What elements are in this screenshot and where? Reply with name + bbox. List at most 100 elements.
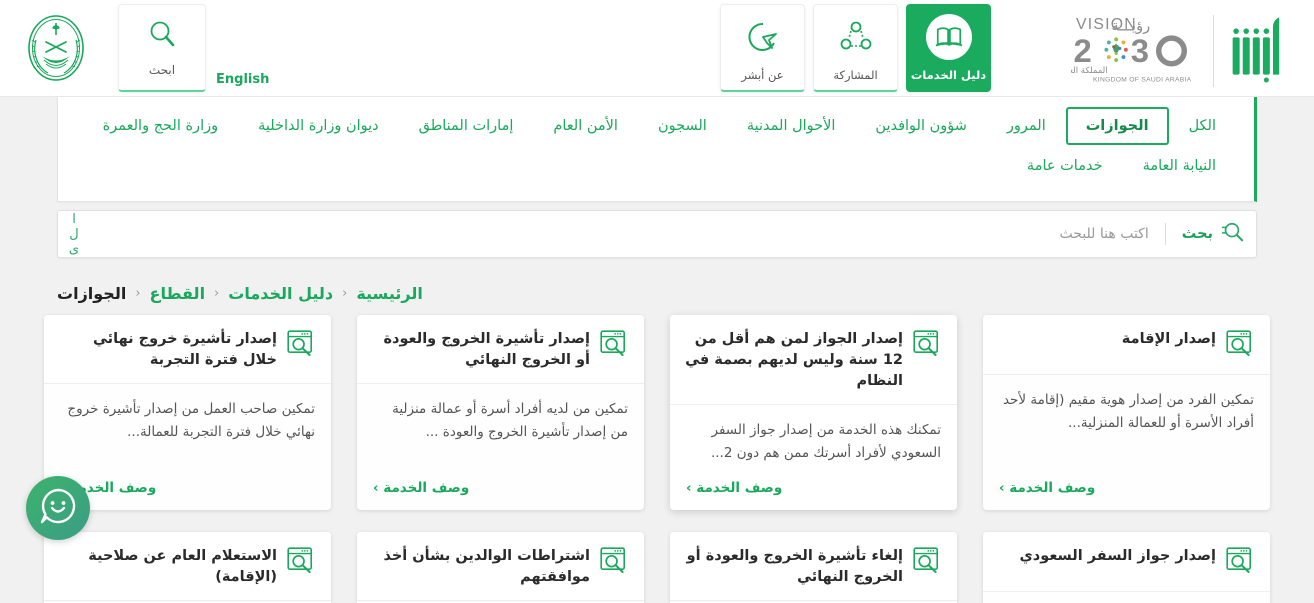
breadcrumb-link[interactable]: القطاع: [150, 284, 206, 303]
service-card[interactable]: إصدار الإقامة تمكين الفرد من إصدار هوية م…: [983, 315, 1270, 510]
service-window-search-icon: [600, 547, 630, 579]
breadcrumb: الرئيسية ‹ دليل الخدمات ‹ القطاع ‹ الجوازات: [57, 284, 1257, 303]
service-window-search-icon: [1226, 547, 1256, 579]
breadcrumb-separator: ‹: [214, 286, 220, 301]
service-card-title: الاستعلام العام عن صلاحية (الإقامة): [88, 548, 277, 585]
sector-tab[interactable]: النيابة العامة: [1123, 147, 1236, 185]
service-card-description: تمكين صاحب العمل من إصدار تأشيرة خروج نه…: [67, 401, 315, 440]
service-card[interactable]: إصدار الجواز لمن هم أقل من 12 سنة وليس ل…: [670, 315, 957, 510]
search-submit-button[interactable]: بحث: [1170, 221, 1244, 247]
service-description-link[interactable]: وصف الخدمة ›: [999, 480, 1095, 496]
breadcrumb-current: الجوازات: [57, 284, 127, 303]
service-card-title: اشتراطات الوالدين بشأن أخذ موافقتهم: [383, 548, 590, 585]
service-card-header: إصدار تأشيرة الخروج والعودة أو الخروج ال…: [357, 315, 644, 384]
service-card-header: إلغاء تأشيرة الخروج والعودة أو الخروج ال…: [670, 532, 957, 601]
service-card[interactable]: اشتراطات الوالدين بشأن أخذ موافقتهم: [357, 532, 644, 603]
sector-tab-label: النيابة العامة: [1142, 158, 1216, 174]
breadcrumb-link[interactable]: دليل الخدمات: [228, 284, 333, 303]
nav-tile-participation[interactable]: المشاركة: [813, 4, 898, 92]
search-input[interactable]: [70, 226, 1161, 242]
search-submit-label: بحث: [1181, 226, 1213, 242]
service-window-search-icon: [1226, 330, 1256, 362]
svg-text:KINGDOM OF SAUDI ARABIA: KINGDOM OF SAUDI ARABIA: [1093, 76, 1192, 83]
header-logos: VISION رؤيـــة 2 3 المملكة ال KINGDOM OF…: [1020, 12, 1290, 89]
sector-tab[interactable]: السجون: [638, 107, 727, 145]
service-card-title: إصدار الإقامة: [1121, 331, 1216, 347]
breadcrumb-separator: ‹: [135, 286, 141, 301]
service-card-header: الاستعلام العام عن صلاحية (الإقامة): [44, 532, 331, 601]
smiley-chat-bubble-icon: [36, 484, 80, 532]
service-search-bar: بحث الى: [57, 210, 1257, 258]
service-description-link[interactable]: وصف الخدمة ›: [686, 480, 782, 496]
sector-tabs-panel: الكل الجوازات المرور شؤون الوافدين الأحوال ا…: [57, 97, 1257, 202]
sector-tab[interactable]: إمارات المناطق: [399, 107, 534, 145]
sector-tab-label: الجوازات: [1085, 118, 1149, 134]
service-card[interactable]: الاستعلام العام عن صلاحية (الإقامة): [44, 532, 331, 603]
service-card[interactable]: إصدار تأشيرة خروج نهائي خلال فترة التجرب…: [44, 315, 331, 510]
chat-widget-button[interactable]: [26, 476, 90, 540]
service-card-title: إصدار تأشيرة خروج نهائي خلال فترة التجرب…: [93, 331, 277, 368]
breadcrumb-separator: ‹: [342, 286, 348, 301]
service-card-footer: وصف الخدمة ›: [357, 475, 644, 510]
sector-tab[interactable]: الأمن العام: [533, 107, 638, 145]
suggestion-glyph: ا: [72, 213, 76, 228]
service-description-link[interactable]: وصف الخدمة ›: [373, 480, 469, 496]
service-card-footer: وصف الخدمة ›: [983, 475, 1270, 510]
absher-logo: [1228, 14, 1290, 88]
sector-tab-label: ديوان وزارة الداخلية: [258, 118, 379, 134]
nav-tile-label: المشاركة: [833, 67, 878, 82]
services-card-grid-row-2: إصدار جواز السفر السعودي إلغاء تأشيرة الخ…: [37, 532, 1277, 603]
sector-tab-label: شؤون الوافدين: [875, 118, 967, 134]
language-switch-english[interactable]: English: [216, 72, 269, 87]
sector-tab[interactable]: المرور: [987, 107, 1066, 145]
service-card-title: إصدار تأشيرة الخروج والعودة أو الخروج ال…: [383, 331, 590, 368]
service-card-footer: وصف الخدمة ›: [670, 475, 957, 510]
service-window-search-icon: [287, 547, 317, 579]
nav-tile-about-absher[interactable]: عن أبشر: [720, 4, 805, 92]
sector-tab-label: وزارة الحج والعمرة: [102, 118, 219, 134]
service-card[interactable]: إصدار تأشيرة الخروج والعودة أو الخروج ال…: [357, 315, 644, 510]
logo-divider: [1213, 14, 1214, 87]
cursor-circle-icon: [740, 14, 786, 60]
site-header: ابحث English دليل الخدمات المشاركة عن أب…: [0, 0, 1314, 97]
sector-tab[interactable]: الأحوال المدنية: [727, 107, 856, 145]
service-card-header: إصدار الإقامة: [983, 315, 1270, 375]
search-divider: [1164, 223, 1166, 245]
nav-tile-label: عن أبشر: [741, 67, 784, 82]
service-card-title: إصدار الجواز لمن هم أقل من 12 سنة وليس ل…: [685, 331, 903, 389]
sector-tab[interactable]: وزارة الحج والعمرة: [83, 107, 238, 145]
service-window-search-icon: [913, 330, 943, 362]
search-icon: [1220, 221, 1244, 247]
sector-tab-label: الأحوال المدنية: [746, 118, 836, 134]
service-card-header: إصدار تأشيرة خروج نهائي خلال فترة التجرب…: [44, 315, 331, 384]
sector-tab-label: المرور: [1006, 118, 1046, 134]
search-icon: [147, 19, 177, 53]
sector-tab[interactable]: شؤون الوافدين: [855, 107, 986, 145]
vision-2030-logo: VISION رؤيـــة 2 3 المملكة ال KINGDOM OF…: [1020, 12, 1199, 89]
book-icon: [925, 13, 972, 60]
saudi-moi-emblem-icon: [22, 14, 90, 82]
service-card-header: إصدار الجواز لمن هم أقل من 12 سنة وليس ل…: [670, 315, 957, 405]
service-card-description: تمكين الفرد من إصدار هوية مقيم (إقامة لأ…: [1002, 392, 1254, 431]
sector-tab-label: إمارات المناطق: [418, 118, 514, 134]
sector-tab-label: السجون: [657, 118, 707, 134]
services-card-grid-row-1: إصدار الإقامة تمكين الفرد من إصدار هوية م…: [37, 315, 1277, 510]
breadcrumb-link[interactable]: الرئيسية: [356, 284, 423, 303]
share-nodes-icon: [833, 14, 879, 60]
nav-tile-services-guide[interactable]: دليل الخدمات: [906, 4, 991, 92]
service-card-description: تمكين من لديه أفراد أسرة أو عمالة منزلية…: [392, 401, 628, 440]
service-card-header: اشتراطات الوالدين بشأن أخذ موافقتهم: [357, 532, 644, 601]
sector-tab-active[interactable]: الجوازات: [1065, 107, 1169, 145]
header-search-tile[interactable]: ابحث: [118, 4, 206, 92]
service-card-title: إصدار جواز السفر السعودي: [1019, 548, 1216, 564]
svg-text:2: 2: [1074, 32, 1092, 69]
sector-tab[interactable]: خدمات عامة: [1007, 147, 1123, 185]
svg-text:المملكة العربية السعودية: المملكة العربية السعودية: [1071, 66, 1108, 76]
sector-tab[interactable]: الكل: [1169, 107, 1236, 145]
sector-tab[interactable]: ديوان وزارة الداخلية: [238, 107, 399, 145]
sector-tab-label: الكل: [1188, 118, 1216, 134]
header-search-tile-label: ابحث: [148, 62, 176, 77]
service-window-search-icon: [913, 547, 943, 579]
service-card[interactable]: إلغاء تأشيرة الخروج والعودة أو الخروج ال…: [670, 532, 957, 603]
service-card[interactable]: إصدار جواز السفر السعودي: [983, 532, 1270, 603]
